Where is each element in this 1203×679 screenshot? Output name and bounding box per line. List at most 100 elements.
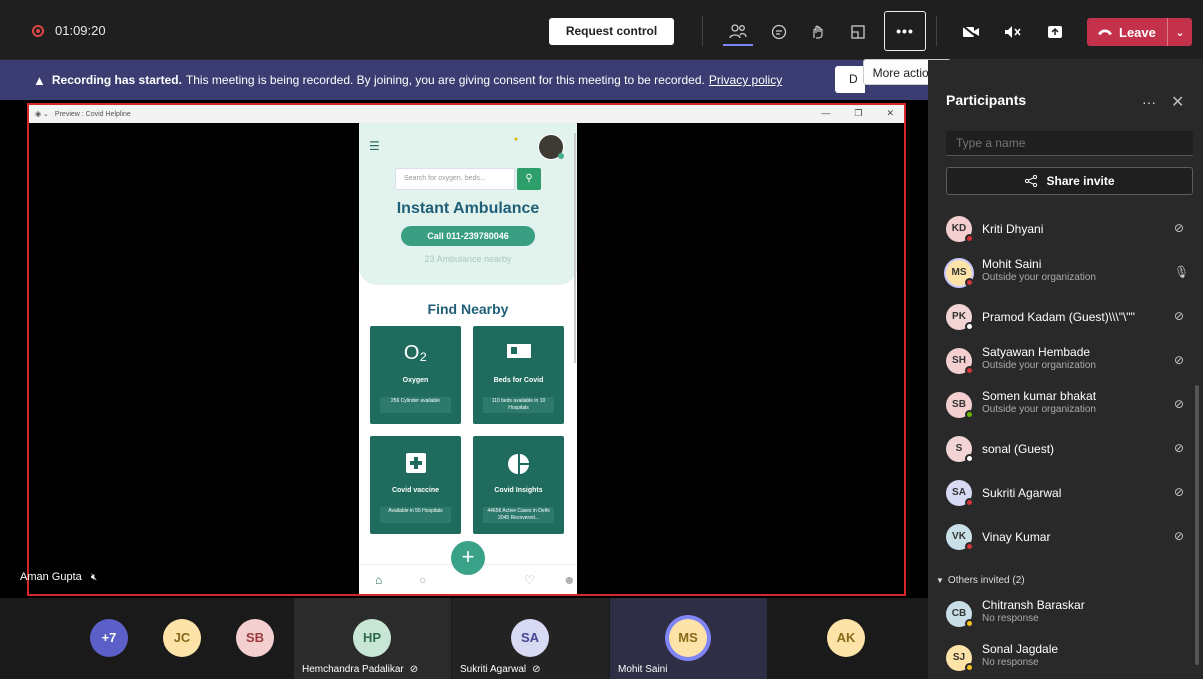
participant-row[interactable]: Ssonal (Guest) ⊘	[946, 430, 1196, 466]
presence-status-icon	[965, 454, 974, 463]
chat-icon[interactable]	[764, 18, 794, 46]
mic-muted-icon[interactable]	[998, 18, 1028, 46]
panel-scrollbar[interactable]	[1195, 385, 1199, 665]
participant-video-tile[interactable]: JC	[163, 598, 203, 679]
others-invited-toggle[interactable]: ▼ Others invited (2)	[936, 575, 1025, 586]
banner-text: This meeting is being recorded. By joini…	[185, 73, 705, 87]
participant-video-tile[interactable]: AK	[827, 598, 867, 679]
presence-status-icon	[965, 498, 974, 507]
participant-row[interactable]: VK Vinay Kumar ⊘	[946, 518, 1196, 554]
chevron-down-icon[interactable]: ⌄	[1168, 26, 1192, 39]
participant-row[interactable]: MS Mohit Saini Outside your organization 🎙︎	[946, 254, 1196, 290]
participant-video-tile[interactable]: HP Hemchandra Padalikar ⊘	[294, 598, 451, 679]
shared-screen-stage: ◉ ⌄ Preview : Covid Helpline — ❐ ✕ ☰ ● Sea…	[0, 100, 928, 598]
participant-search-input[interactable]	[946, 131, 1193, 156]
participant-video-tile[interactable]: +7	[90, 598, 130, 679]
participant-name-tag: Mohit Saini	[618, 664, 668, 675]
avatar: JC	[163, 619, 201, 657]
meeting-timer: 01:09:20	[55, 23, 106, 38]
mic-icon: 🎙︎	[1174, 265, 1190, 279]
participant-name: Pramod Kadam (Guest)\\\"\""	[982, 310, 1135, 324]
avatar: SB	[946, 392, 974, 419]
share-invite-button[interactable]: Share invite	[946, 167, 1193, 195]
participant-name-tag: Hemchandra Padalikar ⊘	[302, 664, 419, 675]
participant-video-tile[interactable]: MS Mohit Saini	[610, 598, 767, 679]
mic-muted-icon: ⊘	[1174, 221, 1185, 235]
mic-muted-icon: ⊘	[1174, 441, 1185, 455]
hamburger-icon: ☰	[369, 139, 380, 153]
request-control-button[interactable]: Request control	[549, 18, 674, 45]
invited-row[interactable]: SJ Sonal Jagdale No response	[946, 639, 1196, 675]
shared-window-titlebar: ◉ ⌄ Preview : Covid Helpline — ❐ ✕	[29, 105, 904, 123]
avatar: SB	[236, 619, 274, 657]
pending-status-icon	[965, 663, 974, 672]
search-icon: ○	[419, 573, 427, 587]
vaccine-card: Covid vaccine Available in 55 Hospitals	[370, 436, 461, 534]
privacy-policy-link[interactable]: Privacy policy	[709, 73, 782, 87]
home-icon: ⌂	[375, 573, 383, 587]
chevron-down-icon: ▼	[936, 576, 944, 585]
add-icon: +	[451, 541, 485, 575]
banner-bold-text: Recording has started.	[51, 73, 182, 87]
mic-muted-icon: ⊘	[532, 664, 541, 675]
participant-row[interactable]: SH Satyawan Hembade Outside your organizat…	[946, 342, 1196, 378]
recording-icon	[32, 25, 44, 37]
panel-more-icon[interactable]: ···	[1142, 94, 1156, 110]
participant-row[interactable]: SB Somen kumar bhakat Outside your organiz…	[946, 386, 1196, 422]
participant-name-tag: Sukriti Agarwal ⊘	[460, 664, 541, 675]
share-screen-icon[interactable]	[1040, 18, 1070, 46]
beds-card: Beds for Covid 110 beds available in 10 …	[473, 326, 564, 424]
close-icon[interactable]: ✕	[1171, 92, 1184, 112]
oxygen-card: O₂ Oxygen 256 Cylinder available	[370, 326, 461, 424]
shared-window-title: Preview : Covid Helpline	[54, 110, 131, 118]
insights-card: Covid Insights 44656 Active Cases in Del…	[473, 436, 564, 534]
panel-title: Participants	[946, 92, 1027, 108]
presenter-name-tag: Aman Gupta 🔇︎	[20, 571, 98, 583]
avatar: MS	[946, 260, 974, 287]
breakout-rooms-icon[interactable]	[843, 18, 873, 46]
oxygen-icon: O₂	[403, 342, 428, 364]
presence-status-icon	[965, 234, 974, 243]
participant-row[interactable]: SA Sukriti Agarwal ⊘	[946, 474, 1196, 510]
presence-status-icon	[965, 322, 974, 331]
participant-name: Satyawan Hembade	[982, 345, 1091, 359]
reactions-icon[interactable]	[803, 18, 833, 46]
avatar: PK	[946, 304, 974, 331]
recording-banner: ▲ Recording has started. This meeting is…	[0, 60, 928, 100]
avatar: SH	[946, 348, 974, 375]
share-icon	[1025, 175, 1038, 187]
divider	[936, 16, 937, 46]
avatar: SJ	[946, 645, 974, 672]
oxygen-search-input: Search for oxygen, beds...	[395, 168, 515, 190]
mic-muted-icon: ⊘	[1174, 309, 1185, 323]
mic-muted-icon: ⊘	[409, 664, 419, 675]
presence-status-icon	[965, 410, 974, 419]
invited-row[interactable]: CB Chitransh Baraskar No response	[946, 595, 1196, 631]
response-status: No response	[982, 613, 1039, 624]
heart-icon: ♡	[524, 573, 535, 587]
participant-name: Sonal Jagdale	[982, 642, 1059, 656]
presence-status-icon	[965, 542, 974, 551]
avatar: MS	[669, 619, 707, 657]
presence-status-icon	[965, 278, 974, 287]
ambulance-count: 23 Ambulance nearby	[424, 254, 512, 264]
presence-status-icon	[965, 366, 974, 375]
ambulance-heading: Instant Ambulance	[396, 200, 540, 217]
participant-name: Kriti Dhyani	[982, 222, 1044, 236]
mic-muted-icon: ⊘	[1174, 485, 1185, 499]
participant-video-tile[interactable]: SB	[236, 598, 276, 679]
search-icon: ⚲	[517, 168, 541, 190]
mic-muted-icon: ⊘	[1174, 397, 1185, 411]
meeting-toolbar: 01:09:20 Request control ••• Leave ⌄	[0, 0, 1203, 60]
more-actions-button[interactable]: •••	[884, 11, 926, 51]
participant-org: Outside your organization	[982, 272, 1096, 283]
leave-button[interactable]: Leave ⌄	[1087, 18, 1192, 46]
participant-row[interactable]: PK Pramod Kadam (Guest)\\\"\"" ⊘	[946, 298, 1196, 334]
participant-video-tile[interactable]: SA Sukriti Agarwal ⊘	[452, 598, 609, 679]
participant-name: Vinay Kumar	[982, 530, 1051, 544]
camera-off-icon[interactable]	[956, 18, 986, 46]
mic-muted-icon: 🔇︎	[90, 572, 98, 583]
dismiss-banner-button[interactable]: D	[835, 66, 865, 93]
participant-row[interactable]: KD Kriti Dhyani ⊘	[946, 210, 1196, 246]
participants-icon[interactable]	[723, 18, 753, 46]
